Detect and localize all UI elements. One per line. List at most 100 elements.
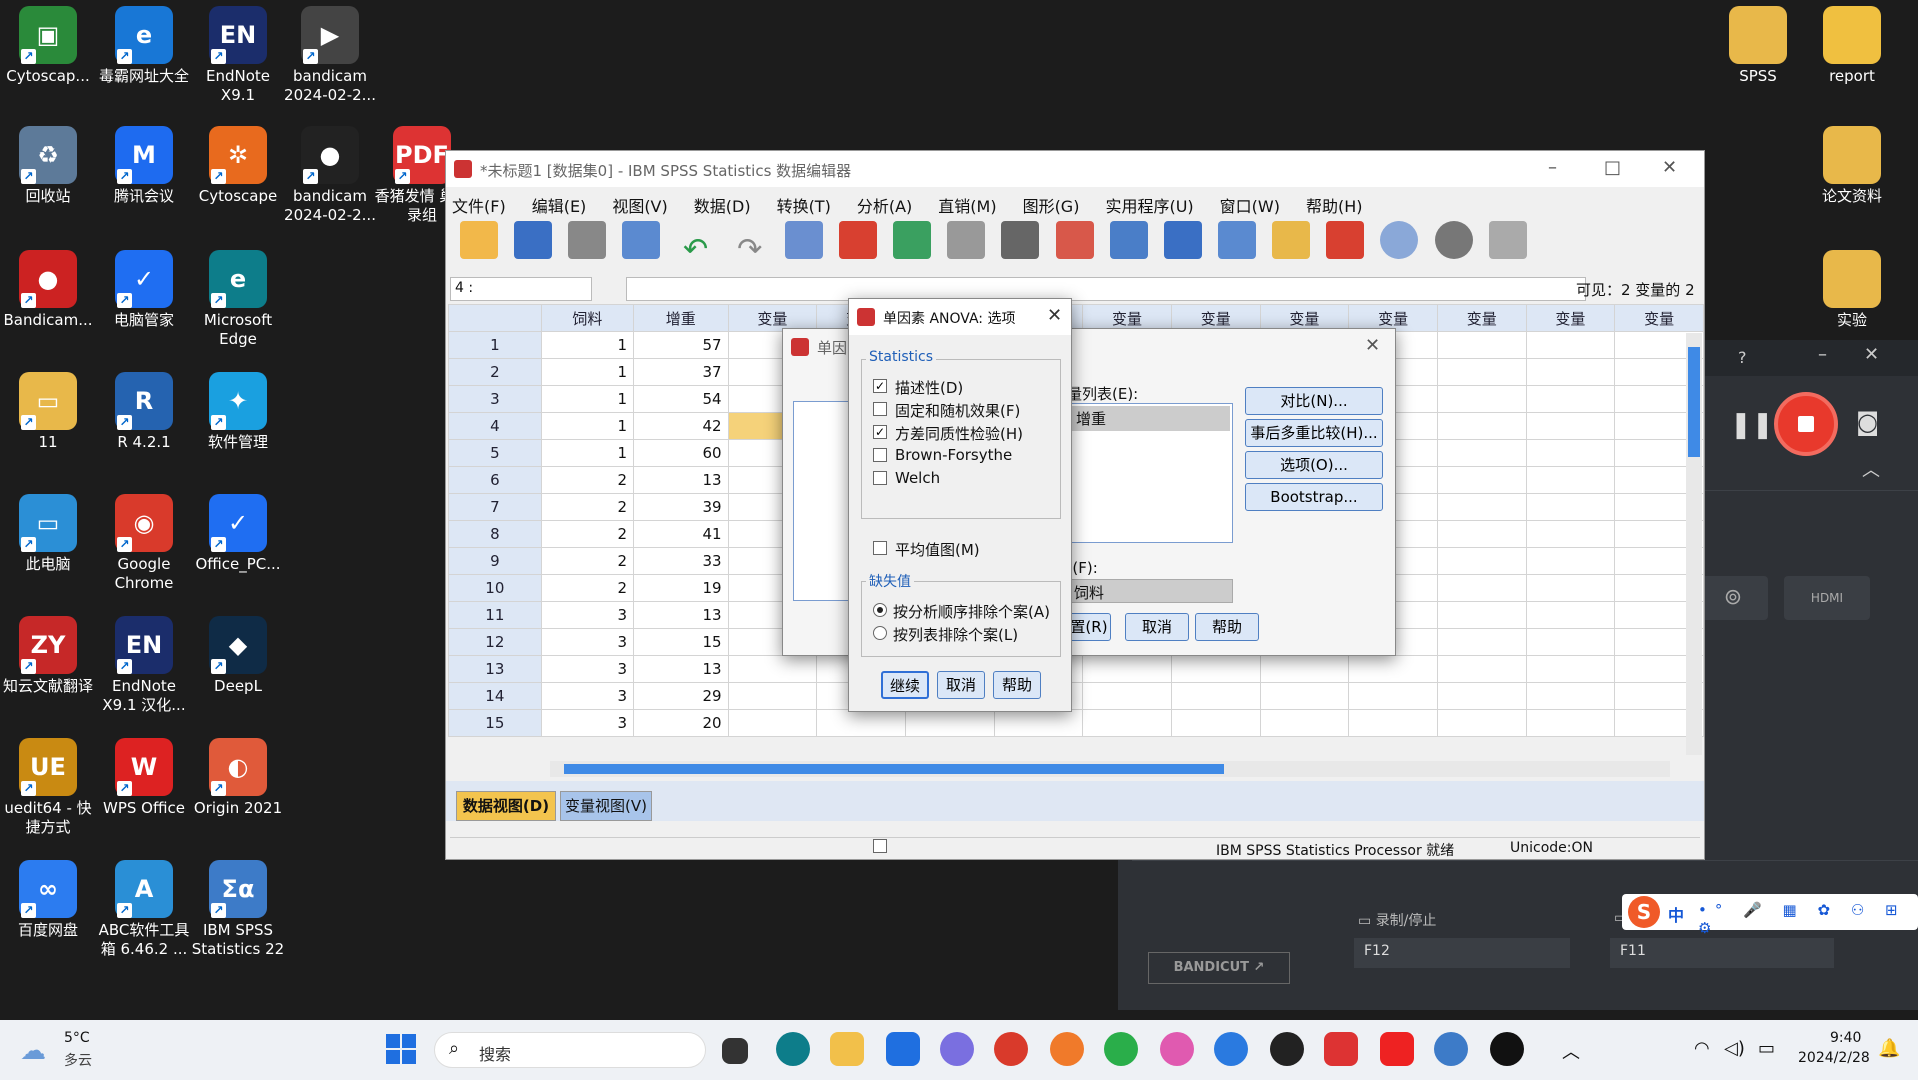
vertical-scrollbar[interactable] bbox=[1686, 333, 1702, 755]
data-cell[interactable]: 60 bbox=[633, 439, 729, 467]
row-number[interactable]: 15 bbox=[448, 709, 542, 737]
close-icon[interactable]: ✕ bbox=[1662, 157, 1677, 178]
empty-cell[interactable] bbox=[904, 709, 995, 737]
empty-cell[interactable] bbox=[1525, 412, 1616, 440]
data-cell[interactable]: 2 bbox=[540, 520, 635, 548]
empty-cell[interactable] bbox=[1436, 385, 1527, 413]
statistic-checkbox[interactable] bbox=[873, 471, 887, 485]
explorer-taskbar-icon[interactable] bbox=[830, 1032, 864, 1066]
desktop-icon[interactable]: ◉ ↗ Google Chrome bbox=[96, 488, 192, 593]
print-icon[interactable] bbox=[568, 221, 607, 259]
data-cell[interactable]: 1 bbox=[540, 358, 635, 386]
empty-cell[interactable] bbox=[727, 709, 818, 737]
means-plot-checkbox[interactable] bbox=[873, 839, 887, 853]
empty-cell[interactable] bbox=[727, 682, 818, 710]
data-cell[interactable]: 1 bbox=[540, 439, 635, 467]
desktop-icon[interactable]: e ↗ 毒霸网址大全 bbox=[96, 0, 192, 86]
row-number[interactable]: 2 bbox=[448, 358, 542, 386]
desktop-icon[interactable]: EN ↗ EndNote X9.1 汉化... bbox=[96, 610, 192, 715]
desktop-folder[interactable]: report bbox=[1804, 0, 1900, 86]
qq-taskbar-icon[interactable] bbox=[1270, 1032, 1304, 1066]
bandicam-taskbar-icon[interactable] bbox=[1490, 1032, 1524, 1066]
camera-icon[interactable]: ◙ bbox=[1856, 408, 1879, 436]
statistic-checkbox[interactable]: ✓ bbox=[873, 379, 887, 393]
empty-cell[interactable] bbox=[1436, 331, 1527, 359]
empty-cell[interactable] bbox=[1436, 709, 1527, 737]
empty-cell[interactable] bbox=[1525, 331, 1616, 359]
data-cell[interactable]: 37 bbox=[633, 358, 729, 386]
row-number[interactable]: 11 bbox=[448, 601, 542, 629]
undo-icon[interactable]: ↶ bbox=[677, 232, 715, 270]
wechat-taskbar-icon[interactable] bbox=[1104, 1032, 1138, 1066]
empty-cell[interactable] bbox=[1436, 682, 1527, 710]
tab-data-view[interactable]: 数据视图(D) bbox=[456, 791, 556, 821]
menu-item[interactable]: 文件(F) bbox=[452, 193, 506, 217]
ime-mode[interactable]: 中 bbox=[1668, 902, 1684, 926]
hdmi-icon[interactable]: HDMI bbox=[1784, 576, 1870, 620]
show-all-variables-icon[interactable] bbox=[1434, 221, 1473, 259]
menu-item[interactable]: 帮助(H) bbox=[1306, 193, 1363, 217]
use-variable-sets-icon[interactable] bbox=[1380, 221, 1419, 259]
help-button[interactable]: 帮助 bbox=[993, 671, 1041, 699]
empty-cell[interactable] bbox=[1170, 709, 1261, 737]
reset-button[interactable]: 置(R) bbox=[1067, 613, 1111, 641]
data-cell[interactable]: 15 bbox=[633, 628, 729, 656]
desktop-icon[interactable]: ◆ ↗ DeepL bbox=[190, 610, 286, 696]
empty-cell[interactable] bbox=[1436, 439, 1527, 467]
search-box[interactable]: ⌕ 搜索 bbox=[434, 1032, 706, 1068]
empty-cell[interactable] bbox=[1525, 574, 1616, 602]
data-cell[interactable]: 41 bbox=[633, 520, 729, 548]
empty-cell[interactable] bbox=[1436, 412, 1527, 440]
desktop-icon[interactable]: ✓ ↗ Office_PC... bbox=[190, 488, 286, 574]
data-cell[interactable]: 2 bbox=[540, 574, 635, 602]
menu-item[interactable]: 数据(D) bbox=[694, 193, 751, 217]
wps-taskbar-icon[interactable] bbox=[1380, 1032, 1414, 1066]
insert-variable-icon[interactable] bbox=[1109, 221, 1148, 259]
desktop-icon[interactable]: ▶ ↗ bandicam 2024-02-2... bbox=[282, 0, 378, 105]
spss-taskbar-icon[interactable] bbox=[1434, 1032, 1468, 1066]
start-button[interactable] bbox=[386, 1034, 416, 1064]
data-cell[interactable]: 3 bbox=[540, 628, 635, 656]
cancel-button[interactable]: 取消 bbox=[937, 671, 985, 699]
clock-date[interactable]: 2024/2/28 bbox=[1798, 1050, 1870, 1066]
data-cell[interactable]: 2 bbox=[540, 493, 635, 521]
continue-button[interactable]: 继续 bbox=[881, 671, 929, 699]
dependent-item[interactable]: 增重 bbox=[1070, 406, 1230, 431]
cell-editor-input[interactable] bbox=[626, 277, 1586, 301]
battery-icon[interactable]: ▭ bbox=[1758, 1038, 1775, 1059]
missing-value-radio[interactable] bbox=[873, 626, 887, 640]
desktop-folder[interactable]: SPSS bbox=[1710, 0, 1806, 86]
bandicut-button[interactable]: BANDICUT ↗ bbox=[1148, 952, 1290, 984]
desktop-icon[interactable]: ∞ ↗ 百度网盘 bbox=[0, 854, 96, 940]
row-number[interactable]: 7 bbox=[448, 493, 542, 521]
empty-cell[interactable] bbox=[1436, 520, 1527, 548]
taskview-icon[interactable] bbox=[722, 1038, 748, 1064]
menu-item[interactable]: 图形(G) bbox=[1023, 193, 1080, 217]
column-header[interactable]: 变量 bbox=[1525, 304, 1616, 332]
row-number[interactable]: 8 bbox=[448, 520, 542, 548]
desktop-icon[interactable]: R ↗ R 4.2.1 bbox=[96, 366, 192, 452]
open-icon[interactable] bbox=[460, 221, 498, 259]
empty-cell[interactable] bbox=[727, 655, 818, 683]
pdf-taskbar-icon[interactable] bbox=[1324, 1032, 1358, 1066]
column-header[interactable]: 变量 bbox=[1614, 304, 1704, 332]
data-cell[interactable]: 13 bbox=[633, 655, 729, 683]
run-descriptive-icon[interactable] bbox=[947, 221, 986, 259]
menu-item[interactable]: 编辑(E) bbox=[532, 193, 587, 217]
desktop-icon[interactable]: ✓ ↗ 电脑管家 bbox=[96, 244, 192, 330]
record-hotkey-field[interactable]: F12 bbox=[1354, 938, 1570, 968]
data-cell[interactable]: 3 bbox=[540, 709, 635, 737]
desktop-icon[interactable]: ZY ↗ 知云文献翻译 bbox=[0, 610, 96, 696]
tab-variable-view[interactable]: 变量视图(V) bbox=[560, 791, 652, 821]
row-number[interactable]: 9 bbox=[448, 547, 542, 575]
row-number[interactable]: 12 bbox=[448, 628, 542, 656]
row-number[interactable]: 13 bbox=[448, 655, 542, 683]
empty-cell[interactable] bbox=[1082, 655, 1172, 683]
goto-variable-icon[interactable] bbox=[838, 221, 877, 259]
browser-taskbar-icon[interactable] bbox=[1214, 1032, 1248, 1066]
record-stop-button[interactable] bbox=[1774, 392, 1838, 456]
pause-icon[interactable]: ❚❚ bbox=[1730, 410, 1774, 440]
empty-cell[interactable] bbox=[1525, 439, 1616, 467]
close-icon[interactable]: ✕ bbox=[1864, 344, 1879, 365]
column-header[interactable]: 变量 bbox=[1436, 304, 1527, 332]
